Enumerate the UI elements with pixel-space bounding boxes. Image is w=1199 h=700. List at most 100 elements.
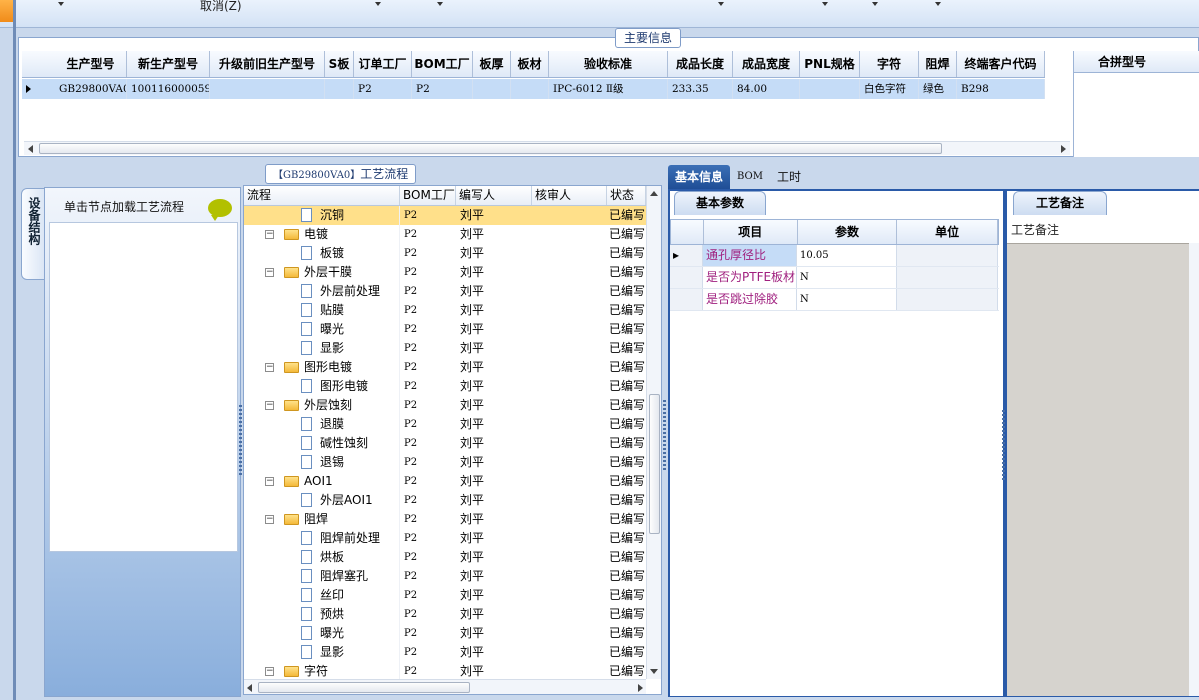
collapse-icon[interactable]: −: [265, 477, 274, 486]
collapse-icon[interactable]: −: [265, 667, 274, 676]
dropdown-arrow-icon[interactable]: [718, 2, 724, 6]
tree-node[interactable]: 丝印: [244, 586, 400, 605]
splitter-grip[interactable]: [239, 405, 242, 475]
table-row[interactable]: GB29800VA010011600005951 P2P2 IPC-6012 Ⅱ级2…: [22, 79, 1045, 99]
notes-scrollbar[interactable]: [1189, 243, 1199, 696]
column-header[interactable]: 新生产型号: [127, 51, 210, 77]
tree-node[interactable]: 板镀: [244, 244, 400, 263]
tab-基本信息[interactable]: 基本信息: [668, 165, 731, 189]
table-cell[interactable]: P2: [412, 79, 473, 99]
scroll-thumb[interactable]: [39, 143, 942, 154]
dropdown-arrow-icon[interactable]: [935, 2, 941, 6]
row-header[interactable]: [670, 267, 703, 288]
column-header[interactable]: 单位: [897, 220, 998, 244]
main-grid-hscrollbar[interactable]: [24, 141, 1070, 155]
tree-node[interactable]: 曝光: [244, 320, 400, 339]
collapse-icon[interactable]: −: [265, 401, 274, 410]
table-row[interactable]: 是否为PTFE板材 N: [670, 267, 999, 289]
dropdown-arrow-icon[interactable]: [872, 2, 878, 6]
tree-row[interactable]: 退锡 P2 刘平 已编写: [244, 453, 646, 472]
column-header[interactable]: 订单工厂: [354, 51, 412, 77]
structure-tree[interactable]: [49, 222, 238, 552]
table-cell[interactable]: 84.00: [733, 79, 800, 99]
table-cell[interactable]: 10011600005951: [127, 79, 210, 99]
tree-node[interactable]: 预烘: [244, 605, 400, 624]
tree-row[interactable]: 退膜 P2 刘平 已编写: [244, 415, 646, 434]
tree-node[interactable]: − 电镀: [244, 225, 400, 244]
table-cell[interactable]: 白色字符: [860, 79, 919, 99]
tree-row[interactable]: 碱性蚀刻 P2 刘平 已编写: [244, 434, 646, 453]
tree-row[interactable]: 曝光 P2 刘平 已编写: [244, 624, 646, 643]
column-header[interactable]: 流程: [244, 186, 400, 205]
tree-node[interactable]: 图形电镀: [244, 377, 400, 396]
collapse-icon[interactable]: −: [265, 268, 274, 277]
column-header[interactable]: 成品宽度: [733, 51, 800, 77]
table-cell[interactable]: [473, 79, 511, 99]
column-header[interactable]: BOM工厂: [412, 51, 473, 77]
tab-BOM[interactable]: BOM: [730, 165, 770, 189]
tree-row[interactable]: 沉铜 P2 刘平 已编写: [244, 206, 646, 225]
tree-row[interactable]: 曝光 P2 刘平 已编写: [244, 320, 646, 339]
table-cell[interactable]: IPC-6012 Ⅱ级: [549, 79, 668, 99]
table-cell[interactable]: B298: [957, 79, 1045, 99]
table-cell[interactable]: [210, 79, 325, 99]
scroll-left-icon[interactable]: [247, 684, 252, 692]
scroll-up-icon[interactable]: [650, 191, 658, 196]
dropdown-arrow-icon[interactable]: [437, 2, 443, 6]
param-value[interactable]: N: [797, 267, 897, 288]
dropdown-arrow-icon[interactable]: [822, 2, 828, 6]
tree-node[interactable]: − 外层蚀刻: [244, 396, 400, 415]
tree-node[interactable]: 曝光: [244, 624, 400, 643]
scroll-right-icon[interactable]: [1061, 145, 1066, 153]
params-corner[interactable]: [671, 220, 704, 244]
scroll-down-icon[interactable]: [650, 669, 658, 674]
process-notes-textarea[interactable]: [1007, 243, 1199, 696]
cancel-button[interactable]: 取消(Z): [200, 0, 242, 14]
row-header[interactable]: ▸: [670, 245, 703, 266]
tree-row[interactable]: 显影 P2 刘平 已编写: [244, 339, 646, 358]
tab-工时[interactable]: 工时: [770, 165, 808, 189]
row-header[interactable]: [670, 289, 703, 310]
scroll-thumb[interactable]: [649, 394, 660, 534]
column-header[interactable]: PNL规格: [800, 51, 860, 77]
dropdown-arrow-icon[interactable]: [375, 2, 381, 6]
column-header[interactable]: 阻焊: [919, 51, 957, 77]
tree-node[interactable]: 显影: [244, 643, 400, 662]
column-header[interactable]: 终端客户代码: [957, 51, 1045, 77]
collapse-icon[interactable]: −: [265, 363, 274, 372]
tree-row[interactable]: 外层AOI1 P2 刘平 已编写: [244, 491, 646, 510]
tree-row[interactable]: − 电镀 P2 刘平 已编写: [244, 225, 646, 244]
table-cell[interactable]: GB29800VA0: [55, 79, 127, 99]
column-header[interactable]: 状态: [607, 186, 646, 205]
column-header[interactable]: 字符: [860, 51, 919, 77]
tree-node[interactable]: 显影: [244, 339, 400, 358]
table-cell[interactable]: [511, 79, 549, 99]
tab-basic-params[interactable]: 基本参数: [674, 191, 766, 215]
tree-row[interactable]: 显影 P2 刘平 已编写: [244, 643, 646, 662]
column-header[interactable]: 项目: [704, 220, 798, 244]
scroll-thumb[interactable]: [258, 682, 470, 693]
scroll-right-icon[interactable]: [638, 684, 643, 692]
tree-node[interactable]: 外层前处理: [244, 282, 400, 301]
splitter-grip[interactable]: [1002, 410, 1005, 480]
table-cell[interactable]: 绿色: [919, 79, 957, 99]
horizontal-splitter[interactable]: [18, 157, 1199, 165]
column-header[interactable]: 升级前旧生产型号: [210, 51, 325, 77]
tree-row[interactable]: 烘板 P2 刘平 已编写: [244, 548, 646, 567]
flow-vscrollbar[interactable]: [646, 186, 661, 679]
param-value[interactable]: 10.05: [797, 245, 897, 266]
tree-node[interactable]: 沉铜: [244, 206, 400, 225]
collapse-icon[interactable]: −: [265, 230, 274, 239]
tree-node[interactable]: 烘板: [244, 548, 400, 567]
table-cell[interactable]: [325, 79, 354, 99]
column-header[interactable]: 核审人: [532, 186, 607, 205]
column-header[interactable]: 验收标准: [549, 51, 668, 77]
tree-row[interactable]: − 阻焊 P2 刘平 已编写: [244, 510, 646, 529]
tree-row[interactable]: 预烘 P2 刘平 已编写: [244, 605, 646, 624]
param-value[interactable]: N: [797, 289, 897, 310]
column-header[interactable]: 板厚: [473, 51, 511, 77]
process-flow-tree[interactable]: 流程 BOM工厂 编写人 核审人 状态 沉铜 P2 刘平 已编写 − 电镀 P2 刘平 已编写 板镀 P2 刘…: [243, 185, 662, 695]
tree-node[interactable]: 碱性蚀刻: [244, 434, 400, 453]
tree-node[interactable]: − 阻焊: [244, 510, 400, 529]
dropdown-arrow-icon[interactable]: [58, 2, 64, 6]
